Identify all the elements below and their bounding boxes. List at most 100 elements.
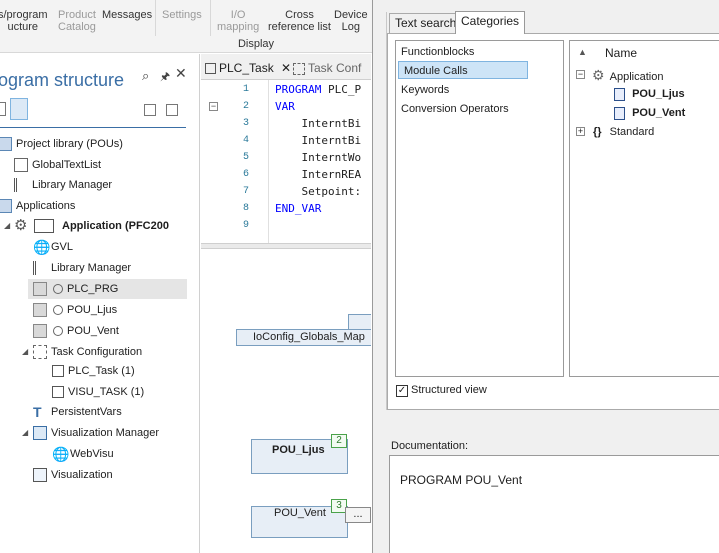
tree-column-header[interactable]: ▲ Name	[570, 44, 719, 64]
tree-item-pou-ljus[interactable]: POU_Ljus	[28, 300, 117, 320]
line-number: 6	[242, 169, 249, 180]
tree-label: Application	[609, 71, 664, 83]
pin-icon[interactable]: 🖈	[160, 68, 170, 87]
program-structure-button[interactable]: s/program ucture	[0, 9, 48, 33]
code-line: PROGRAM PLC_P	[275, 83, 361, 96]
tree-item-library-manager-app[interactable]: Library Manager	[33, 258, 131, 278]
messages-button[interactable]: Messages	[102, 9, 152, 21]
tree-item-globaltextlist[interactable]: GlobalTextList	[14, 155, 101, 175]
tab-text-search[interactable]: Text search	[389, 13, 463, 34]
expand-toggle-icon[interactable]: +	[576, 127, 585, 136]
tree-item-visualization-manager[interactable]: Visualization Manager	[33, 423, 159, 443]
device-log-label-2: Log	[341, 21, 360, 33]
view-toggle-icon[interactable]	[0, 102, 6, 116]
close-icon[interactable]: ✕	[175, 65, 187, 82]
tree-label: GlobalTextList	[32, 159, 102, 171]
cross-reference-label: Cross	[285, 9, 314, 21]
tree-item-webvisu[interactable]: 🌐WebVisu	[52, 444, 114, 464]
product-catalog-label-2: Catalog	[58, 21, 96, 33]
cfc-icon	[33, 303, 47, 318]
tree-item-visu-task[interactable]: VISU_TASK (1)	[52, 382, 144, 402]
expand-all-icon[interactable]	[144, 104, 156, 116]
collapse-all-icon[interactable]	[166, 104, 178, 116]
collapse-arrow-icon[interactable]: ◢	[4, 221, 10, 230]
line-number: 1	[242, 84, 249, 95]
close-icon[interactable]: ✕	[281, 61, 291, 75]
line-number: 8	[242, 203, 249, 214]
panel-title: ogram structure	[0, 70, 125, 90]
declaration-editor[interactable]: − 1 PROGRAM PLC_P 2 VAR 3 InterntBi 4 Internt…	[201, 80, 371, 243]
tree-item-persistentvars[interactable]: T PersistentVars	[33, 402, 122, 422]
category-label: Conversion Operators	[401, 103, 509, 115]
tree-label: WebVisu	[70, 448, 114, 460]
search-icon[interactable]: ⌕	[142, 68, 149, 84]
tree-item-plc-task[interactable]: PLC_Task (1)	[52, 361, 135, 381]
tree-item-pou-ljus[interactable]: POU_Ljus	[614, 85, 685, 103]
tree-item-library-manager[interactable]: Library Manager	[14, 175, 112, 195]
tab-label: Task Conf	[308, 61, 362, 75]
tab-task-configuration[interactable]: Task Conf	[293, 58, 362, 79]
line-number: 3	[242, 118, 249, 129]
textlist-icon	[14, 158, 28, 173]
panel-divider	[0, 127, 186, 128]
tree-item-visualization[interactable]: Visualization	[33, 465, 113, 485]
fold-toggle-icon[interactable]: −	[209, 102, 218, 111]
category-label: Module Calls	[404, 65, 468, 77]
tree-item-plc-prg[interactable]: PLC_PRG	[28, 279, 187, 299]
category-item-module-calls[interactable]: Module Calls	[398, 61, 528, 79]
tree-label: Visualization	[51, 469, 113, 481]
tree-item-task-configuration[interactable]: Task Configuration	[33, 342, 142, 362]
tree-label: Applications	[16, 200, 76, 212]
messages-label: Messages	[102, 9, 153, 21]
tree-item-gvl[interactable]: 🌐GVL	[33, 237, 73, 257]
category-item-functionblocks[interactable]: Functionblocks	[396, 43, 563, 61]
collapse-arrow-icon[interactable]: ◢	[22, 428, 28, 437]
product-catalog-button[interactable]: Product Catalog	[58, 9, 96, 33]
tree-item-applications[interactable]: Applications	[0, 196, 75, 216]
tab-label: PLC_Task	[219, 61, 274, 75]
ribbon-separator	[155, 0, 156, 36]
globe-icon: 🌐	[33, 239, 51, 256]
code-line: InterntWo	[275, 151, 361, 164]
cfc-block[interactable]	[348, 314, 371, 330]
tree-label: Standard	[609, 126, 655, 138]
execution-order-badge: 2	[331, 434, 347, 448]
collapse-arrow-icon[interactable]: ◢	[22, 347, 28, 356]
tree-item-project-library[interactable]: Project library (POUs)	[0, 134, 123, 154]
tab-label: Text search	[395, 16, 457, 30]
category-item-conversion-operators[interactable]: Conversion Operators	[396, 100, 563, 118]
category-item-keywords[interactable]: Keywords	[396, 81, 563, 99]
cross-reference-list-button[interactable]: Cross reference list	[268, 9, 331, 33]
code-line: END_VAR	[275, 202, 321, 215]
persistent-icon: T	[33, 404, 42, 421]
tree-item-standard[interactable]: {} Standard	[593, 123, 654, 141]
tree-label: PLC_PRG	[67, 283, 119, 295]
code-text: InterntWo	[275, 151, 362, 164]
structured-view-checkbox[interactable]: ✓	[396, 385, 408, 397]
column-name-label: Name	[605, 46, 638, 60]
ellipsis-button[interactable]: ...	[345, 507, 371, 523]
globe-icon: 🌐	[52, 446, 70, 463]
device-log-button[interactable]: Device Log	[334, 9, 368, 33]
tab-plc-task[interactable]: PLC_Task ✕	[205, 58, 291, 79]
documentation-label: Documentation:	[391, 440, 469, 452]
collapse-toggle-icon[interactable]: −	[576, 70, 585, 79]
code-line: InterntBi	[275, 117, 361, 130]
cfc-editor[interactable]: IoConfig_Globals_Map POU_Ljus 2 POU_Vent…	[201, 249, 371, 553]
tree-item-pou-vent[interactable]: POU_Vent	[28, 321, 119, 341]
io-mapping-button[interactable]: I/O mapping	[217, 9, 259, 33]
tree-item-application[interactable]: ⚙ Application	[592, 66, 663, 84]
cfc-ioconfig-input[interactable]: IoConfig_Globals_Map	[236, 329, 371, 346]
tree-item-application[interactable]: ⚙ Application (PFC200	[14, 216, 169, 236]
product-catalog-label: Product	[58, 9, 96, 21]
braces-icon: {}	[593, 126, 602, 138]
tree-label: PLC_Task (1)	[68, 365, 135, 377]
category-list[interactable]: Functionblocks Module Calls Keywords Con…	[395, 40, 564, 377]
tree-item-pou-vent[interactable]: POU_Vent	[614, 104, 685, 122]
settings-button[interactable]: Settings	[162, 9, 202, 21]
tab-categories[interactable]: Categories	[455, 11, 526, 34]
tree-label: POU_Vent	[67, 325, 119, 337]
visualization-icon	[33, 468, 47, 483]
pou-view-icon[interactable]	[10, 98, 28, 120]
ribbon-separator	[210, 0, 211, 36]
